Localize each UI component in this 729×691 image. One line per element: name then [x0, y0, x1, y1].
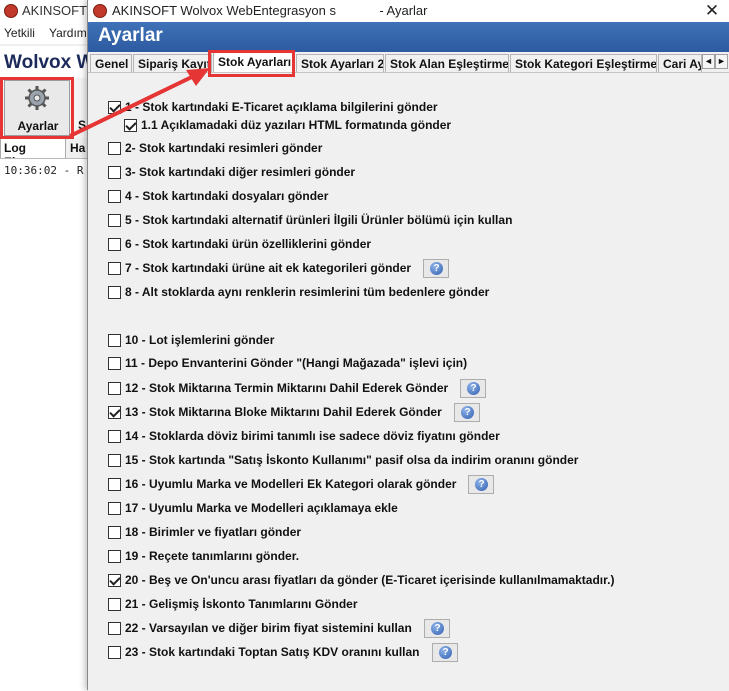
option-checkbox[interactable]: [108, 478, 121, 491]
help-button[interactable]: ?: [460, 379, 486, 398]
option-checkbox[interactable]: [108, 166, 121, 179]
option-label: 3- Stok kartındaki diğer resimleri gönde…: [125, 165, 356, 179]
option-label: 7 - Stok kartındaki ürüne ait ek kategor…: [125, 261, 412, 275]
menu-yetkili[interactable]: Yetkili: [4, 26, 35, 40]
tab-genel[interactable]: Genel: [90, 54, 132, 72]
gear-icon: [25, 86, 49, 110]
option-checkbox[interactable]: [108, 598, 121, 611]
settings-dialog: AKINSOFT Wolvox WebEntegrasyon s - Ayarl…: [87, 0, 729, 691]
option-label: 14 - Stoklarda döviz birimi tanımlı ise …: [125, 429, 500, 443]
option-label: 16 - Uyumlu Marka ve Modelleri Ek Katego…: [125, 477, 457, 491]
question-icon: ?: [475, 478, 488, 491]
tab-siparis-kayit[interactable]: Sipariş Kayıt: [133, 54, 212, 72]
option-checkbox[interactable]: [108, 190, 121, 203]
option-checkbox[interactable]: [108, 406, 121, 419]
log-line: 10:36:02 - R: [4, 164, 84, 177]
option-label: 12 - Stok Miktarına Termin Miktarını Dah…: [125, 381, 449, 395]
option-checkbox[interactable]: [108, 382, 121, 395]
option-label: 23 - Stok kartındaki Toptan Satış KDV or…: [125, 645, 420, 659]
tab-scroll-right-icon[interactable]: ►: [715, 54, 728, 69]
question-icon: ?: [461, 406, 474, 419]
help-button[interactable]: ?: [423, 259, 449, 278]
option-label: 8 - Alt stoklarda aynı renklerin resimle…: [125, 285, 490, 299]
ayarlar-toolbar-button[interactable]: Ayarlar: [4, 80, 70, 136]
tab-ha[interactable]: Ha: [70, 141, 85, 155]
help-button[interactable]: ?: [468, 475, 494, 494]
dialog-titlebar: AKINSOFT Wolvox WebEntegrasyon s - Ayarl…: [88, 0, 729, 22]
menu-yardim[interactable]: Yardım: [49, 26, 87, 40]
option-checkbox[interactable]: [108, 357, 121, 370]
option-checkbox[interactable]: [108, 101, 121, 114]
option-label: 21 - Gelişmiş İskonto Tanımlarını Gönder: [125, 597, 358, 611]
option-checkbox[interactable]: [108, 526, 121, 539]
option-label: 11 - Depo Envanterini Gönder "(Hangi Mağ…: [125, 356, 468, 370]
option-label: 20 - Beş ve On'uncu arası fiyatları da g…: [125, 573, 615, 587]
help-button[interactable]: ?: [454, 403, 480, 422]
option-checkbox[interactable]: [108, 430, 121, 443]
close-icon[interactable]: ✕: [700, 1, 724, 21]
option-label: 10 - Lot işlemlerini gönder: [125, 333, 275, 347]
option-checkbox[interactable]: [108, 454, 121, 467]
ayarlar-button-label: Ayarlar: [17, 119, 59, 133]
tab-log-ekrani[interactable]: Log Ekranı: [0, 138, 66, 169]
option-label: 18 - Birimler ve fiyatları gönder: [125, 525, 302, 539]
main-menubar: Yetkili Yardım: [0, 22, 100, 44]
tab-stok-ayarlari[interactable]: Stok Ayarları: [213, 52, 295, 73]
dialog-title: AKINSOFT Wolvox WebEntegrasyon s - Ayarl…: [112, 3, 428, 18]
brand-title: Wolvox W: [4, 52, 95, 73]
help-button[interactable]: ?: [424, 619, 450, 638]
option-checkbox[interactable]: [108, 646, 121, 659]
option-checkbox[interactable]: [108, 502, 121, 515]
option-label: 15 - Stok kartında "Satış İskonto Kullan…: [125, 453, 579, 467]
app-logo-icon: [93, 4, 107, 18]
option-label: 1 - Stok kartındaki E-Ticaret açıklama b…: [125, 100, 438, 114]
option-checkbox[interactable]: [108, 214, 121, 227]
question-icon: ?: [439, 646, 452, 659]
option-label: 1.1 Açıklamadaki düz yazıları HTML forma…: [141, 118, 452, 132]
stok-ayarlari-panel: 1 - Stok kartındaki E-Ticaret açıklama b…: [88, 72, 729, 691]
question-icon: ?: [430, 262, 443, 275]
tab-stok-alan-eslestirme[interactable]: Stok Alan Eşleştirme: [385, 54, 509, 72]
tab-scroll-left-icon[interactable]: ◄: [702, 54, 715, 69]
question-icon: ?: [431, 622, 444, 635]
toolbar-partial-label: S: [78, 118, 87, 132]
option-label: 13 - Stok Miktarına Bloke Miktarını Dahi…: [125, 405, 442, 419]
option-checkbox[interactable]: [108, 142, 121, 155]
settings-tabstrip: Genel Sipariş Kayıt Stok Ayarları Stok A…: [88, 52, 729, 73]
option-checkbox[interactable]: [124, 119, 137, 132]
banner-title: Ayarlar: [98, 25, 163, 46]
option-label: 5 - Stok kartındaki alternatif ürünleri …: [125, 213, 513, 227]
option-checkbox[interactable]: [108, 574, 121, 587]
option-checkbox[interactable]: [108, 238, 121, 251]
option-checkbox[interactable]: [108, 550, 121, 563]
dialog-banner: Ayarlar: [88, 22, 729, 52]
option-label: 17 - Uyumlu Marka ve Modelleri açıklamay…: [125, 501, 398, 515]
option-checkbox[interactable]: [108, 262, 121, 275]
tab-stok-kategori-eslestirme[interactable]: Stok Kategori Eşleştirme: [510, 54, 657, 72]
option-label: 6 - Stok kartındaki ürün özelliklerini g…: [125, 237, 372, 251]
option-checkbox[interactable]: [108, 622, 121, 635]
help-button[interactable]: ?: [432, 643, 458, 662]
option-checkbox[interactable]: [108, 334, 121, 347]
question-icon: ?: [467, 382, 480, 395]
log-area: [0, 158, 100, 691]
option-label: 4 - Stok kartındaki dosyaları gönder: [125, 189, 329, 203]
app-logo-icon: [4, 4, 18, 18]
option-checkbox[interactable]: [108, 286, 121, 299]
option-label: 2- Stok kartındaki resimleri gönder: [125, 141, 323, 155]
tab-stok-ayarlari-2[interactable]: Stok Ayarları 2: [296, 54, 384, 72]
option-label: 22 - Varsayılan ve diğer birim fiyat sis…: [125, 621, 412, 635]
option-label: 19 - Reçete tanımlarını gönder.: [125, 549, 300, 563]
tab-cari-ayarlari[interactable]: Cari Ay: [658, 54, 702, 72]
